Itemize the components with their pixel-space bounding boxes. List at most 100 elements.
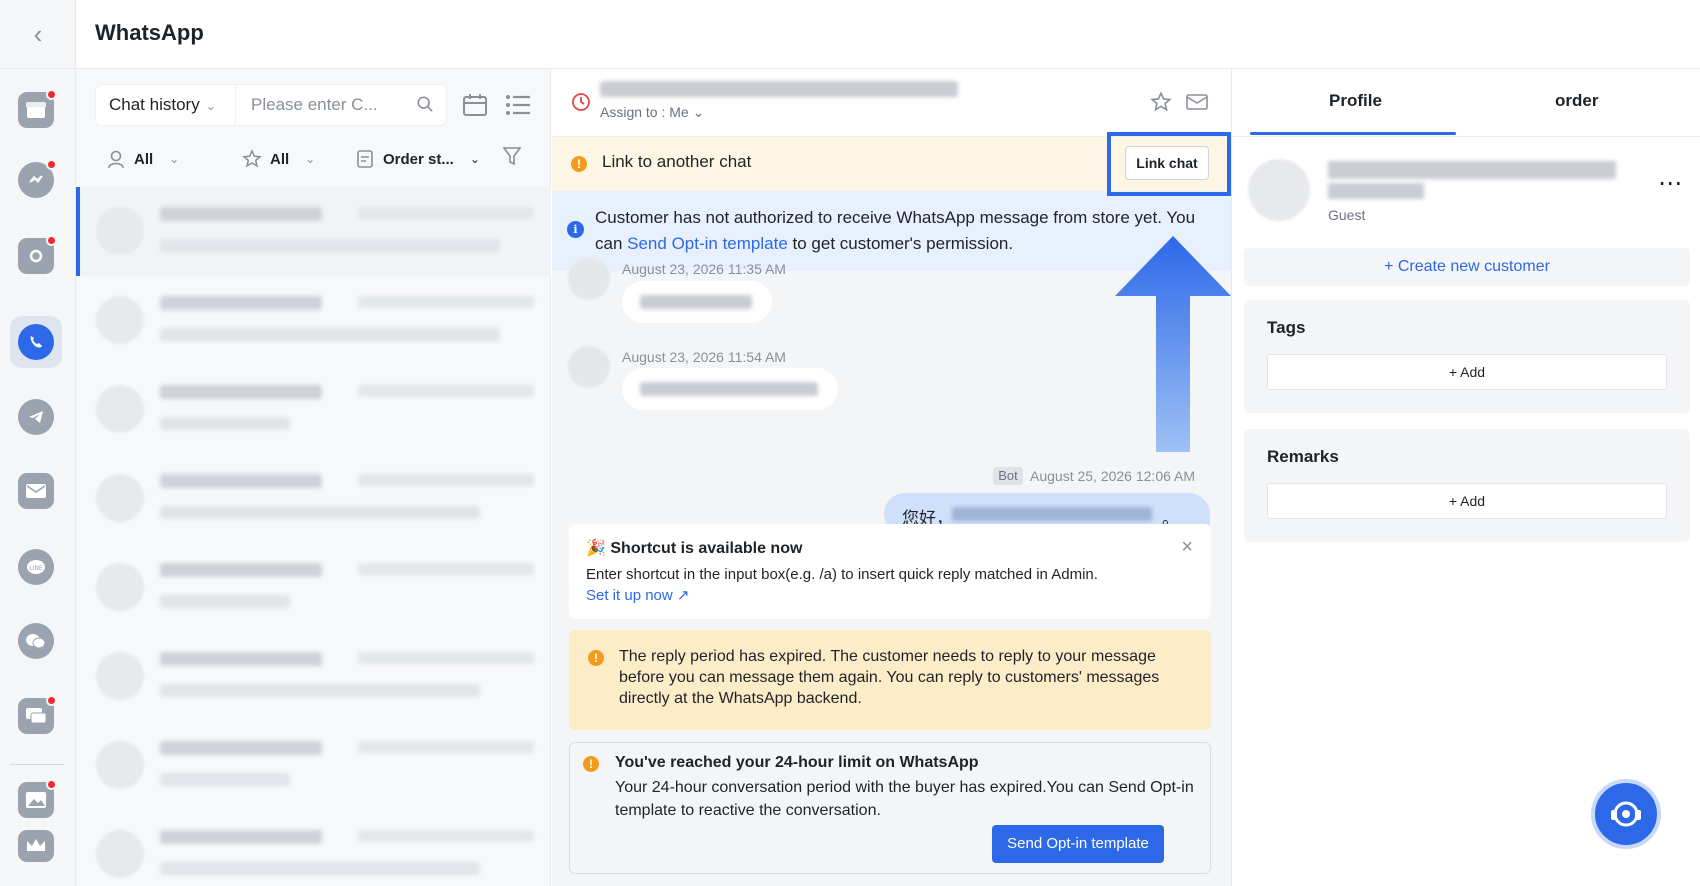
shortcut-desc: Enter shortcut in the input box(e.g. /a)…: [586, 566, 1098, 583]
calendar-icon[interactable]: [462, 93, 488, 117]
filter-icon[interactable]: [502, 145, 522, 167]
link-chat-button[interactable]: Link chat: [1125, 146, 1209, 180]
add-tag-button[interactable]: + Add: [1267, 354, 1667, 390]
active-tab-indicator: [1250, 132, 1456, 135]
profile-tabs: Profile order: [1232, 69, 1700, 137]
instagram-icon[interactable]: [18, 235, 57, 274]
create-customer-button[interactable]: + Create new customer: [1244, 248, 1690, 286]
messenger-icon[interactable]: [18, 159, 57, 198]
tab-profile[interactable]: Profile: [1329, 91, 1382, 111]
header: WhatsApp: [76, 0, 1700, 69]
chevron-down-icon: ⌄: [169, 152, 180, 166]
crown-icon[interactable]: [18, 830, 54, 862]
avatar: [96, 830, 144, 878]
send-opt-in-link[interactable]: Send Opt-in template: [627, 234, 788, 253]
avatar: [1248, 159, 1310, 221]
notification-badge: [46, 235, 57, 246]
warning-icon: !: [583, 756, 599, 772]
setup-link[interactable]: Set it up now ↗: [586, 586, 689, 604]
svg-text:LINE: LINE: [29, 565, 43, 572]
shortcut-title-text: Shortcut is available now: [610, 540, 803, 557]
conversation-header: Assign to : Me ⌄: [552, 69, 1231, 137]
chat-history-select[interactable]: Chat history ⌄: [96, 85, 236, 125]
setup-link-text: Set it up now: [586, 587, 673, 604]
chat-list-panel: Chat history ⌄ All ⌄ All ⌄ Order st... ⌄: [76, 69, 551, 886]
message-bubble: [622, 368, 838, 410]
store-icon[interactable]: [18, 89, 57, 128]
more-icon[interactable]: ⋯: [1658, 169, 1683, 198]
chat-list-item[interactable]: [76, 276, 551, 365]
avatar: [96, 474, 144, 522]
chat-list-item[interactable]: [76, 632, 551, 721]
remarks-card: Remarks + Add: [1244, 429, 1690, 542]
avatar: [96, 652, 144, 700]
list-view-icon[interactable]: [505, 93, 531, 117]
info-icon: i: [567, 221, 584, 238]
avatar: [568, 258, 610, 300]
rail-separator: [10, 764, 64, 765]
bot-badge: Bot: [993, 467, 1023, 485]
notification-badge: [46, 695, 57, 706]
shortcut-tip: 🎉 Shortcut is available now × Enter shor…: [569, 524, 1211, 619]
order-status-filter[interactable]: Order st... ⌄: [355, 149, 480, 169]
search-input[interactable]: [237, 85, 407, 125]
profile-panel: Profile order Guest ⋯ + Create new custo…: [1231, 69, 1700, 886]
external-link-icon: ↗: [676, 587, 690, 604]
chat-list-item[interactable]: [76, 810, 551, 886]
tags-title: Tags: [1267, 318, 1306, 337]
telegram-icon[interactable]: [18, 399, 54, 435]
mail-icon[interactable]: [1186, 92, 1208, 112]
conversation-panel: Assign to : Me ⌄ ! Link to another chat …: [552, 69, 1231, 886]
rail-divider: [0, 68, 76, 69]
limit-desc: Your 24-hour conversation period with th…: [615, 779, 1194, 819]
message-time: August 25, 2026 12:06 AM: [1030, 468, 1196, 484]
star-filter-label: All: [270, 150, 290, 168]
assign-dropdown[interactable]: Assign to : Me ⌄: [600, 104, 704, 121]
tab-order[interactable]: order: [1555, 91, 1598, 111]
message-time: August 23, 2026 11:54 AM: [622, 349, 786, 365]
send-opt-in-button[interactable]: Send Opt-in template: [992, 825, 1164, 863]
auth-text-after: to get customer's permission.: [787, 234, 1014, 253]
notification-badge: [46, 89, 57, 100]
reply-expired-text: The reply period has expired. The custom…: [619, 648, 1160, 707]
chat-list-item[interactable]: [76, 365, 551, 454]
image-icon[interactable]: [18, 779, 57, 818]
chat-list-item[interactable]: [76, 721, 551, 810]
assign-label: Assign to : Me: [600, 104, 689, 120]
order-status-label: Order st...: [383, 150, 454, 168]
email-icon[interactable]: [18, 473, 54, 509]
limit-title: You've reached your 24-hour limit on Wha…: [615, 754, 979, 771]
whatsapp-icon[interactable]: [18, 324, 54, 360]
chat-list-item[interactable]: [76, 454, 551, 543]
avatar: [96, 385, 144, 433]
tags-card: Tags + Add: [1244, 300, 1690, 413]
filter-row: All ⌄ All ⌄ Order st... ⌄: [76, 141, 551, 181]
back-icon[interactable]: ‹: [24, 20, 52, 48]
wechat-icon[interactable]: [18, 623, 54, 659]
search-icon[interactable]: [416, 95, 434, 113]
close-icon[interactable]: ×: [1181, 536, 1193, 559]
chevron-down-icon: ⌄: [205, 99, 216, 113]
chat-list-item[interactable]: [76, 187, 551, 276]
assignee-filter[interactable]: All ⌄: [106, 149, 179, 169]
customer-role: Guest: [1328, 207, 1366, 223]
arrow-up-icon: [1115, 236, 1231, 452]
assignee-filter-label: All: [134, 150, 154, 168]
chat-bubbles-icon[interactable]: [18, 695, 57, 734]
line-icon[interactable]: LINE: [18, 549, 54, 585]
remarks-title: Remarks: [1267, 447, 1339, 466]
customer-detail-redacted: [1328, 183, 1424, 199]
chevron-down-icon: ⌄: [469, 152, 480, 166]
chat-history-label: Chat history: [109, 95, 200, 114]
add-remark-button[interactable]: + Add: [1267, 483, 1667, 519]
notification-badge: [46, 159, 57, 170]
avatar: [96, 741, 144, 789]
page-title: WhatsApp: [95, 20, 204, 45]
chat-list-item[interactable]: [76, 543, 551, 632]
star-filter[interactable]: All ⌄: [242, 149, 315, 169]
star-icon: [242, 149, 262, 168]
star-icon[interactable]: [1150, 91, 1172, 113]
customer-support-button[interactable]: [1591, 779, 1661, 849]
customer-name-redacted: [1328, 161, 1616, 179]
shortcut-title: 🎉 Shortcut is available now: [586, 538, 802, 558]
